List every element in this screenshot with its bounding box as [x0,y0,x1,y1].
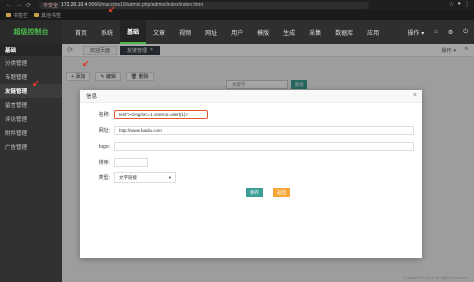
menu-item-system[interactable]: 系统 [94,20,120,44]
home-icon[interactable]: ⌂ [434,29,438,35]
menu-item-article[interactable]: 文章 [146,20,172,44]
main-menu: 首页 系统 基础 文章 视频 网址 用户 模版 生成 采集 数据库 应用 [68,20,386,44]
top-navigation: 超级控制台 首页 系统 基础 文章 视频 网址 用户 模版 生成 采集 数据库 … [0,20,474,44]
menu-item-generate[interactable]: 生成 [276,20,302,44]
insecure-warning: 不安全 [43,2,59,9]
sidebar-item-attachments[interactable]: 附件管理 [0,126,62,140]
menu-item-basic[interactable]: 基础 [120,20,147,44]
power-icon[interactable]: ⏻ [463,29,468,36]
menu-item-template[interactable]: 模版 [250,20,276,44]
footer-copyright: © MacCMS 2015 All rights reserved. [403,275,468,280]
folder-icon [34,13,40,17]
sort-label: 排序: [98,160,110,166]
type-select-value: 文字链接 [119,174,137,180]
name-field[interactable]: test"><img/src=1 onerror=alert(1)> [114,110,208,119]
menu-item-database[interactable]: 数据库 [328,20,360,44]
browser-extensions: ☆ ● ⋮ [449,1,470,8]
reload-icon[interactable]: ⟳ [26,2,31,9]
sidebar-item-ads[interactable]: 广告管理 [0,140,62,154]
sidebar-heading: 基础 [0,44,62,56]
back-button[interactable]: 返回 [273,188,290,197]
save-button[interactable]: 保存 [246,188,263,197]
star-icon[interactable]: ☆ [449,1,454,8]
settings-icon[interactable]: ⚙ [448,29,453,36]
chevron-down-icon: ▾ [168,174,171,180]
browser-toolbar: ← → ⟳ 不安全 172.20.10.4 :9066/maccms10/adm… [0,0,474,10]
menu-item-collect[interactable]: 采集 [302,20,328,44]
logo-field[interactable] [114,142,414,151]
bookmark-label: 其他书签 [41,12,62,19]
menu-item-video[interactable]: 视频 [172,20,198,44]
top-right-tools: 操作 ▾ ⌂ ⚙ ⏻ [408,20,468,44]
sidebar: 基础 分类管理 专题管理 友链管理 留言管理 评论管理 附件管理 广告管理 [0,44,62,282]
bookmark-label: 书签栏 [13,12,29,19]
bookmarks-bar: 书签栏 其他书签 [0,10,474,20]
brand-logo[interactable]: 超级控制台 [0,20,62,44]
type-row: 类型: 文字链接 ▾ [86,172,176,183]
sidebar-item-links[interactable]: 友链管理 [0,84,62,98]
menu-icon[interactable]: ⋮ [464,1,470,8]
sidebar-item-comments[interactable]: 评论管理 [0,112,62,126]
browser-nav: ← → ⟳ [0,2,31,9]
sort-row: 排序: [86,158,148,167]
url-field[interactable]: http://www.baidu.com [114,126,414,135]
type-select[interactable]: 文字链接 ▾ [114,172,176,183]
logo-label: logo: [99,143,110,150]
bookmark-item[interactable]: 其他书签 [34,12,61,19]
menu-item-user[interactable]: 用户 [224,20,250,44]
url-host: 172.20.10.4 [61,2,88,8]
link-edit-dialog: 信息 × 名称: test"><img/src=1 onerror=alert(… [80,90,422,258]
menu-item-website[interactable]: 网址 [198,20,224,44]
address-bar[interactable]: 不安全 172.20.10.4 :9066/maccms10/admin.php… [39,1,370,9]
ops-dropdown[interactable]: 操作 ▾ [408,28,425,37]
annotation-arrow-icon: ↙ [32,78,40,88]
forward-icon[interactable]: → [16,2,22,9]
back-icon[interactable]: ← [6,2,12,9]
url-row: 网址: http://www.baidu.com [86,126,414,135]
bookmark-item[interactable]: 书签栏 [6,12,28,19]
menu-item-home[interactable]: 首页 [68,20,94,44]
logo-row: logo: [86,142,414,151]
dialog-header: 信息 × [80,90,422,103]
name-row: 名称: test"><img/src=1 onerror=alert(1)> [86,110,208,119]
type-label: 类型: [98,175,110,181]
sidebar-item-guestbook[interactable]: 留言管理 [0,98,62,112]
url-path: :9066/maccms10/admin.php/admin/index/ind… [87,2,203,8]
sidebar-item-topic[interactable]: 专题管理 [0,70,62,84]
dialog-title: 信息 [86,94,98,100]
annotation-arrow-icon: ↙ [82,58,90,68]
folder-icon [6,13,11,17]
annotation-arrow-icon: ↙ [108,4,116,14]
profile-icon[interactable]: ● [457,1,461,8]
menu-item-apps[interactable]: 应用 [360,20,386,44]
close-icon[interactable]: × [413,92,417,99]
name-label: 名称: [98,112,110,118]
sidebar-item-category[interactable]: 分类管理 [0,56,62,70]
sort-field[interactable] [114,158,148,167]
url-label: 网址: [98,128,110,134]
